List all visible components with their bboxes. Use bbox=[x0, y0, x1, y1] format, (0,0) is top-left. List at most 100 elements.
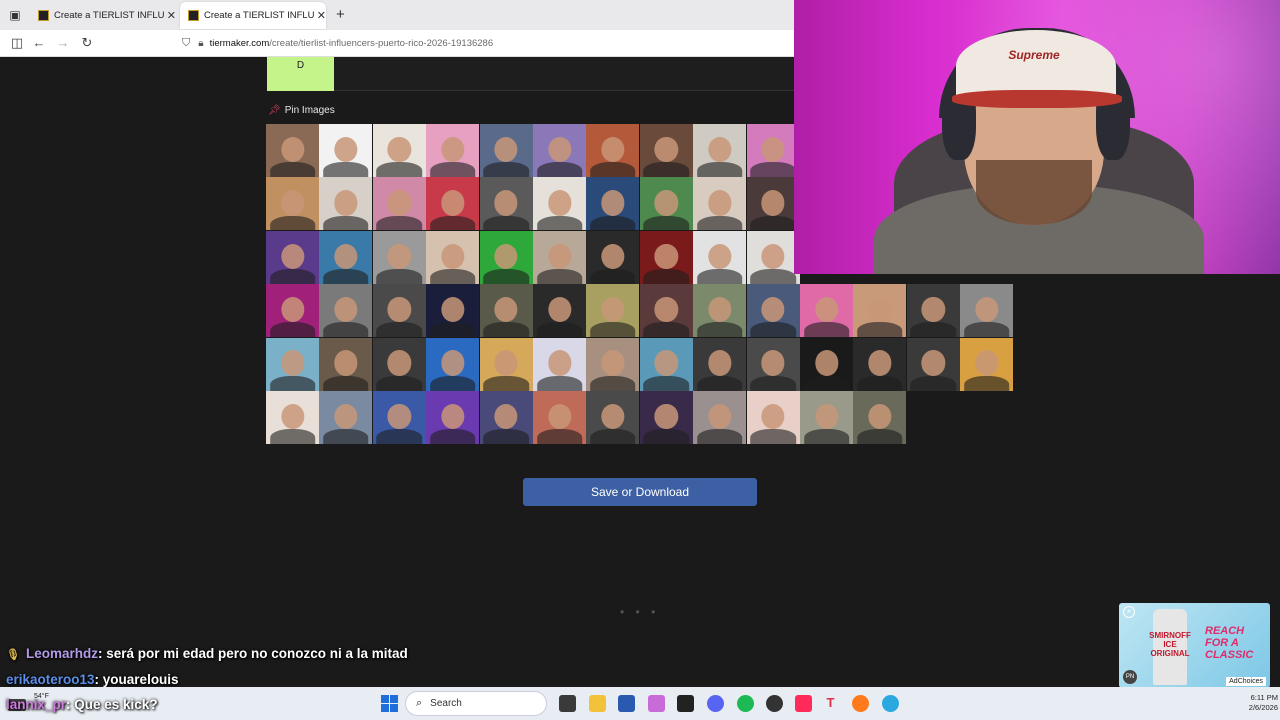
influencer-image-thumbnail[interactable] bbox=[479, 230, 533, 284]
influencer-image-thumbnail[interactable] bbox=[266, 391, 319, 444]
tab-2[interactable]: Create a TIERLIST INFLUENCER ✕ bbox=[180, 2, 326, 29]
influencer-image-thumbnail[interactable] bbox=[266, 337, 319, 391]
influencer-image-thumbnail[interactable] bbox=[426, 391, 480, 444]
influencer-image-thumbnail[interactable] bbox=[746, 284, 800, 338]
sidebar-toggle-icon[interactable]: ◫ bbox=[8, 34, 26, 52]
influencer-image-thumbnail[interactable] bbox=[372, 177, 426, 231]
influencer-image-thumbnail[interactable] bbox=[479, 177, 533, 231]
influencer-image-thumbnail[interactable] bbox=[800, 391, 853, 444]
influencer-image-thumbnail[interactable] bbox=[372, 124, 426, 177]
influencer-image-thumbnail[interactable] bbox=[266, 124, 319, 177]
save-or-download-button[interactable]: Save or Download bbox=[523, 478, 757, 506]
influencer-image-thumbnail[interactable] bbox=[639, 124, 693, 177]
influencer-image-thumbnail[interactable] bbox=[533, 230, 586, 284]
discord-icon[interactable] bbox=[707, 695, 724, 712]
influencer-image-thumbnail[interactable] bbox=[746, 124, 800, 177]
influencer-image-thumbnail[interactable] bbox=[639, 337, 693, 391]
taskbar-search[interactable]: ⌕ Search bbox=[405, 691, 547, 716]
influencer-image-thumbnail[interactable] bbox=[693, 391, 747, 444]
capcut-icon[interactable] bbox=[677, 695, 694, 712]
forward-arrow-icon[interactable]: → bbox=[54, 34, 72, 52]
influencer-image-thumbnail[interactable] bbox=[693, 230, 747, 284]
back-arrow-icon[interactable]: ← bbox=[30, 34, 48, 52]
influencer-image-thumbnail[interactable] bbox=[372, 230, 426, 284]
influencer-image-thumbnail[interactable] bbox=[319, 284, 373, 338]
influencer-image-thumbnail[interactable] bbox=[319, 337, 373, 391]
text-app-icon[interactable]: T bbox=[822, 695, 839, 712]
influencer-image-thumbnail[interactable] bbox=[853, 284, 907, 338]
tiktok-icon[interactable] bbox=[795, 695, 812, 712]
influencer-image-thumbnail[interactable] bbox=[426, 177, 480, 231]
task-view-icon[interactable] bbox=[559, 695, 576, 712]
ad-control-icon[interactable]: PN bbox=[1123, 670, 1137, 684]
adchoices-link[interactable]: AdChoices bbox=[1226, 677, 1266, 686]
influencer-image-thumbnail[interactable] bbox=[479, 284, 533, 338]
influencer-image-thumbnail[interactable] bbox=[586, 177, 640, 231]
address-bar[interactable]: ⛉ 🔒︎ tiermaker.com /create/tierlist-infl… bbox=[176, 33, 776, 54]
file-explorer-icon[interactable] bbox=[589, 695, 606, 712]
influencer-image-thumbnail[interactable] bbox=[372, 391, 426, 444]
influencer-image-thumbnail[interactable] bbox=[533, 124, 586, 177]
influencer-image-thumbnail[interactable] bbox=[372, 337, 426, 391]
pin-images-toggle[interactable]: 📌︎ Pin Images bbox=[268, 105, 335, 116]
influencer-image-thumbnail[interactable] bbox=[693, 337, 747, 391]
influencer-image-thumbnail[interactable] bbox=[479, 124, 533, 177]
tab-list-icon[interactable]: ▣ bbox=[6, 6, 24, 24]
influencer-image-thumbnail[interactable] bbox=[639, 177, 693, 231]
influencer-image-thumbnail[interactable] bbox=[853, 391, 907, 444]
new-tab-button[interactable]: + bbox=[336, 6, 345, 24]
taskbar-clock[interactable]: 6:11 PM 2/6/2026 bbox=[1228, 693, 1278, 713]
influencer-image-thumbnail[interactable] bbox=[960, 337, 1014, 391]
tab-1[interactable]: Create a TIERLIST INFLUENCER ✕ bbox=[30, 2, 176, 29]
reload-icon[interactable]: ↻ bbox=[78, 34, 96, 52]
tracking-shield-icon[interactable]: ⛉ bbox=[182, 37, 190, 50]
influencer-image-thumbnail[interactable] bbox=[586, 337, 640, 391]
edge-icon[interactable] bbox=[882, 695, 899, 712]
store-icon[interactable] bbox=[618, 695, 635, 712]
influencer-image-thumbnail[interactable] bbox=[533, 177, 586, 231]
influencer-image-thumbnail[interactable] bbox=[426, 230, 480, 284]
start-button[interactable] bbox=[381, 695, 398, 712]
ad-close-icon[interactable]: × bbox=[1123, 606, 1135, 618]
influencer-image-thumbnail[interactable] bbox=[266, 284, 319, 338]
influencer-image-thumbnail[interactable] bbox=[426, 284, 480, 338]
influencer-image-thumbnail[interactable] bbox=[906, 337, 960, 391]
smirnoff-ad[interactable]: × SMIRNOFF ICE ORIGINAL REACH FOR A CLAS… bbox=[1119, 603, 1270, 688]
influencer-image-thumbnail[interactable] bbox=[533, 391, 586, 444]
tier-label-d[interactable]: D bbox=[267, 57, 334, 91]
influencer-image-thumbnail[interactable] bbox=[533, 337, 586, 391]
influencer-image-thumbnail[interactable] bbox=[746, 337, 800, 391]
influencer-image-thumbnail[interactable] bbox=[319, 124, 373, 177]
spotify-icon[interactable] bbox=[737, 695, 754, 712]
influencer-image-thumbnail[interactable] bbox=[586, 124, 640, 177]
influencer-image-thumbnail[interactable] bbox=[319, 391, 373, 444]
influencer-image-thumbnail[interactable] bbox=[800, 284, 853, 338]
influencer-image-thumbnail[interactable] bbox=[746, 391, 800, 444]
influencer-image-thumbnail[interactable] bbox=[800, 337, 853, 391]
influencer-image-thumbnail[interactable] bbox=[639, 230, 693, 284]
influencer-image-thumbnail[interactable] bbox=[266, 177, 319, 231]
influencer-image-thumbnail[interactable] bbox=[960, 284, 1014, 338]
copilot-icon[interactable] bbox=[648, 695, 665, 712]
influencer-image-thumbnail[interactable] bbox=[639, 284, 693, 338]
firefox-icon[interactable] bbox=[852, 695, 869, 712]
influencer-image-thumbnail[interactable] bbox=[693, 124, 747, 177]
influencer-image-thumbnail[interactable] bbox=[853, 337, 907, 391]
influencer-image-thumbnail[interactable] bbox=[426, 124, 480, 177]
influencer-image-thumbnail[interactable] bbox=[479, 337, 533, 391]
tier-row-d[interactable]: D bbox=[267, 57, 794, 91]
influencer-image-thumbnail[interactable] bbox=[586, 284, 640, 338]
influencer-image-thumbnail[interactable] bbox=[372, 284, 426, 338]
tab-1-close-icon[interactable]: ✕ bbox=[167, 9, 176, 22]
influencer-image-thumbnail[interactable] bbox=[693, 177, 747, 231]
influencer-image-thumbnail[interactable] bbox=[906, 284, 960, 338]
influencer-image-thumbnail[interactable] bbox=[426, 337, 480, 391]
influencer-image-thumbnail[interactable] bbox=[319, 177, 373, 231]
influencer-image-thumbnail[interactable] bbox=[533, 284, 586, 338]
influencer-image-thumbnail[interactable] bbox=[746, 177, 800, 231]
influencer-image-thumbnail[interactable] bbox=[586, 391, 640, 444]
influencer-image-thumbnail[interactable] bbox=[746, 230, 800, 284]
tab-2-close-icon[interactable]: ✕ bbox=[317, 9, 326, 22]
influencer-image-thumbnail[interactable] bbox=[319, 230, 373, 284]
obs-icon[interactable] bbox=[766, 695, 783, 712]
